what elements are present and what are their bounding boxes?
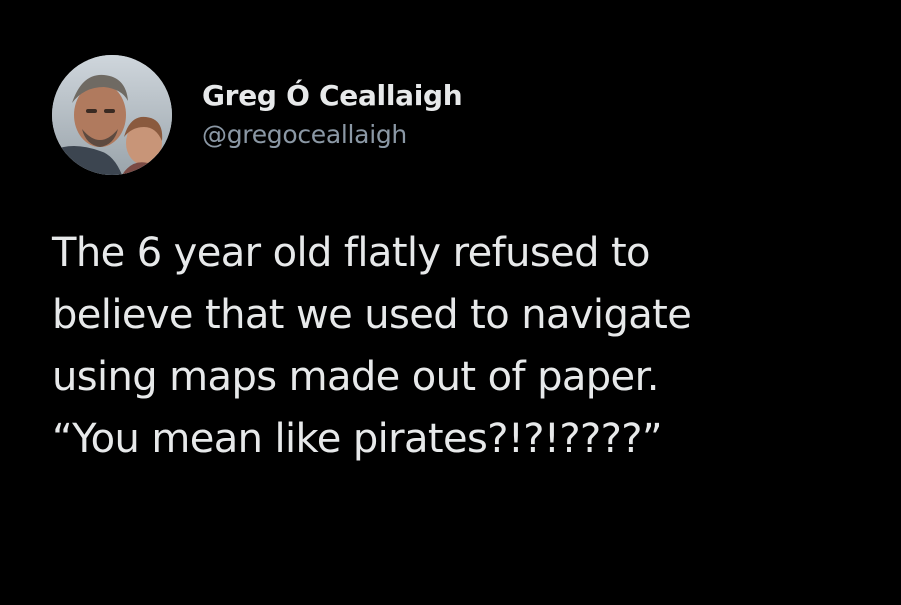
tweet-text: The 6 year old flatly refused to believe…	[52, 222, 882, 470]
tweet-card: Greg Ó Ceallaigh @gregoceallaigh The 6 y…	[0, 0, 901, 605]
avatar[interactable]	[52, 55, 172, 175]
author-display-name[interactable]: Greg Ó Ceallaigh	[202, 78, 463, 114]
avatar-photo-icon	[52, 55, 172, 175]
tweet-text-line: using maps made out of paper.	[52, 354, 659, 400]
author-handle[interactable]: @gregoceallaigh	[202, 118, 462, 152]
author-names: Greg Ó Ceallaigh @gregoceallaigh	[202, 78, 463, 152]
tweet-text-line: “You mean like pirates?!?!????”	[52, 416, 663, 462]
tweet-header: Greg Ó Ceallaigh @gregoceallaigh	[52, 55, 463, 175]
tweet-text-line: The 6 year old flatly refused to	[52, 230, 651, 276]
tweet-text-line: believe that we used to navigate	[52, 292, 692, 338]
